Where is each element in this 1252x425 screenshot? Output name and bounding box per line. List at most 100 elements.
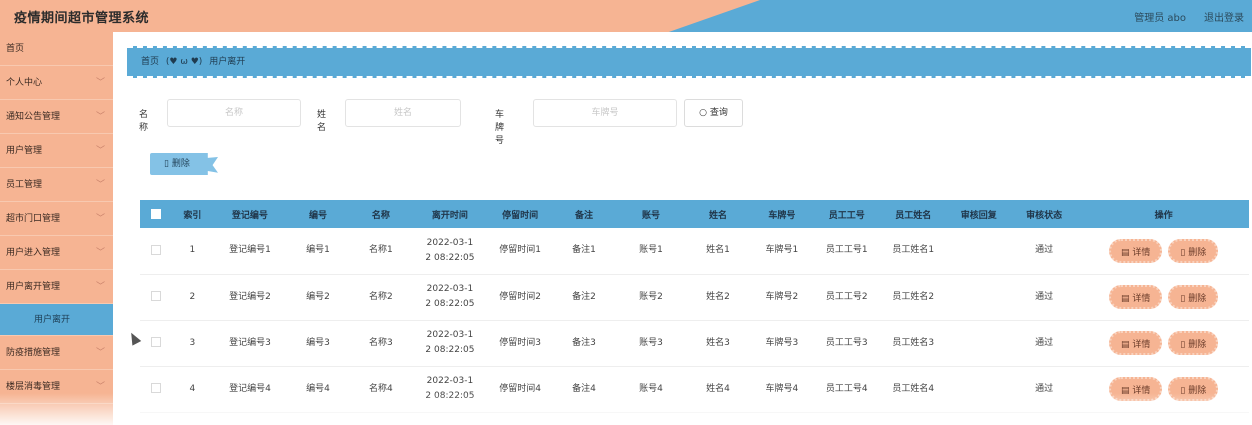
sidebar: 首页 个人中心 ﹀ 通知公告管理 ﹀ 用户管理 ﹀ 员工管理 ﹀ 超市门口管理 ﹀ 用户进入管理 ﹀ 用户… — [0, 32, 113, 425]
sidebar-item[interactable]: 个人中心 ﹀ — [0, 66, 113, 100]
app-title: 疫情期间超市管理系统 — [14, 11, 150, 26]
sidebar-item-label: 防疫措施管理 — [6, 348, 61, 358]
detail-button[interactable]: ▤ 详情 — [1108, 238, 1163, 263]
cell-stay: 停留时间2 — [487, 274, 553, 321]
row-select-cell — [140, 366, 172, 413]
cell-staff_name: 员工姓名3 — [879, 320, 948, 367]
cell-name: 名称3 — [349, 320, 413, 367]
cell-code: 编号3 — [286, 320, 350, 367]
sidebar-item[interactable]: 用户进入管理 ﹀ — [0, 236, 113, 270]
select-all-checkbox[interactable] — [150, 208, 161, 219]
leave-time-part: 2022-03-1 — [426, 376, 474, 386]
cell-index: 4 — [171, 366, 214, 413]
chevron-down-icon: ﹀ — [95, 282, 105, 292]
person-input[interactable]: 姓名 — [345, 99, 461, 127]
detail-label: 详情 — [1132, 247, 1151, 258]
cell-stay: 停留时间1 — [487, 228, 553, 275]
column-header: 编号 — [286, 200, 350, 228]
leave-time-part: 2 08:22:05 — [425, 252, 475, 263]
delete-button[interactable]: ▯ 删除 — [1168, 238, 1219, 263]
row-checkbox[interactable] — [150, 337, 161, 347]
cell-staff_name: 员工姓名2 — [879, 274, 948, 321]
sidebar-item[interactable]: 用户离开管理 ﹀ — [0, 270, 113, 304]
document-icon: ▤ — [1120, 294, 1130, 304]
leave-time-part: 2 08:22:05 — [425, 391, 475, 401]
sidebar-item-label: 个人中心 — [6, 78, 43, 88]
main-content: 首页 (♥ ω ♥) 用户离开 名称 名称 姓名 姓名 车牌号 车牌号 ○ 查询… — [113, 32, 1252, 425]
sidebar-subitem-user-leave[interactable]: 用户离开 — [0, 304, 113, 336]
cell-account: 账号2 — [615, 274, 687, 321]
delete-button[interactable]: ▯ 删除 — [1168, 377, 1219, 401]
detail-button[interactable]: ▤ 详情 — [1108, 331, 1163, 355]
detail-button[interactable]: ▤ 详情 — [1108, 285, 1163, 309]
cell-reg_no: 登记编号4 — [213, 366, 287, 413]
sidebar-item[interactable]: 用户管理 ﹀ — [0, 134, 113, 168]
cell-code: 编号2 — [286, 274, 350, 321]
detail-button[interactable]: ▤ 详情 — [1108, 377, 1163, 401]
sidebar-item[interactable]: 首页 — [0, 32, 113, 66]
row-checkbox[interactable] — [150, 291, 161, 301]
cell-note: 备注1 — [552, 228, 616, 275]
chevron-down-icon: ﹀ — [95, 348, 105, 358]
column-header: 索引 — [171, 200, 214, 228]
sidebar-item[interactable]: 员工管理 ﹀ — [0, 168, 113, 202]
query-button[interactable]: ○ 查询 — [684, 99, 743, 127]
sidebar-item-label: 用户离开管理 — [6, 282, 61, 292]
cell-staff_no: 员工工号1 — [814, 228, 880, 275]
sidebar-item-label: 用户管理 — [6, 146, 43, 156]
cell-index: 3 — [171, 320, 214, 367]
table-row: 1 登记编号1 编号1 名称1 2022-03-1 2 08:22:05 停留时间1 备注1 账… — [140, 228, 1249, 275]
cell-staff_name: 员工姓名4 — [879, 366, 948, 413]
cell-reply — [947, 228, 1011, 275]
chevron-down-icon: ﹀ — [95, 180, 105, 190]
cell-code: 编号4 — [286, 366, 350, 413]
sidebar-item[interactable]: 超市门口管理 ﹀ — [0, 202, 113, 236]
cell-reply — [947, 274, 1011, 321]
row-checkbox[interactable] — [150, 383, 161, 393]
name-input[interactable]: 名称 — [167, 99, 301, 127]
row-checkbox[interactable] — [150, 244, 161, 255]
cell-leave_time: 2022-03-1 2 08:22:05 — [412, 228, 488, 275]
breadcrumb: 首页 (♥ ω ♥) 用户离开 — [127, 46, 1251, 78]
table-row: 2 登记编号2 编号2 名称2 2022-03-1 2 08:22:05 停留时间2 备注2 账… — [140, 274, 1249, 321]
data-table: 索引 登记编号 编号 名称 离开时间 停留时间 备注 账号 姓名 车牌号 员工工号 员工姓名 审核回复审… — [140, 200, 1249, 413]
column-header: 操作 — [1078, 200, 1249, 228]
delete-button[interactable]: ▯ 删除 — [1168, 285, 1219, 309]
batch-delete-label: 删除 — [171, 159, 190, 169]
column-header: 员工工号 — [814, 200, 880, 228]
select-all-cell — [140, 200, 172, 228]
trash-icon: ▯ — [1180, 294, 1186, 304]
cell-reg_no: 登记编号2 — [213, 274, 287, 321]
sidebar-item[interactable]: 楼层消毒管理 ﹀ — [0, 370, 113, 404]
chevron-down-icon: ﹀ — [95, 248, 105, 258]
cell-person: 姓名1 — [686, 228, 750, 275]
actions-cell: ▤ 详情 ▯ 删除 — [1078, 366, 1249, 413]
leave-time-part: 2 08:22:05 — [425, 299, 475, 309]
leave-time-part: 2022-03-1 — [426, 284, 474, 294]
sidebar-item-label: 员工管理 — [6, 180, 43, 190]
row-select-cell — [140, 228, 172, 275]
column-header: 离开时间 — [412, 200, 488, 228]
batch-delete-button[interactable]: ▯ 删除 — [150, 153, 218, 175]
cell-name: 名称1 — [349, 228, 413, 275]
plate-input[interactable]: 车牌号 — [533, 99, 677, 127]
delete-label: 删除 — [1188, 386, 1207, 396]
cell-reg_no: 登记编号3 — [213, 320, 287, 367]
cell-reg_no: 登记编号1 — [213, 228, 287, 275]
logout-link[interactable]: 退出登录 — [1204, 9, 1244, 24]
table-row: 4 登记编号4 编号4 名称4 2022-03-1 2 08:22:05 停留时间4 备注4 账… — [140, 366, 1249, 413]
cell-reply — [947, 366, 1011, 413]
cell-note: 备注3 — [552, 320, 616, 367]
sidebar-item[interactable]: 防疫措施管理 ﹀ — [0, 336, 113, 370]
cell-status: 通过 — [1010, 366, 1079, 413]
cell-staff_no: 员工工号3 — [814, 320, 880, 367]
cell-note: 备注4 — [552, 366, 616, 413]
breadcrumb-home[interactable]: 首页 — [141, 57, 159, 67]
delete-label: 删除 — [1188, 247, 1207, 258]
leave-time-part: 2 08:22:05 — [425, 345, 475, 355]
delete-button[interactable]: ▯ 删除 — [1168, 331, 1219, 355]
sidebar-item[interactable]: 通知公告管理 ﹀ — [0, 100, 113, 134]
person-label: 姓名 — [317, 110, 327, 133]
document-icon: ▤ — [1120, 340, 1130, 350]
cell-plate: 车牌号3 — [749, 320, 815, 367]
